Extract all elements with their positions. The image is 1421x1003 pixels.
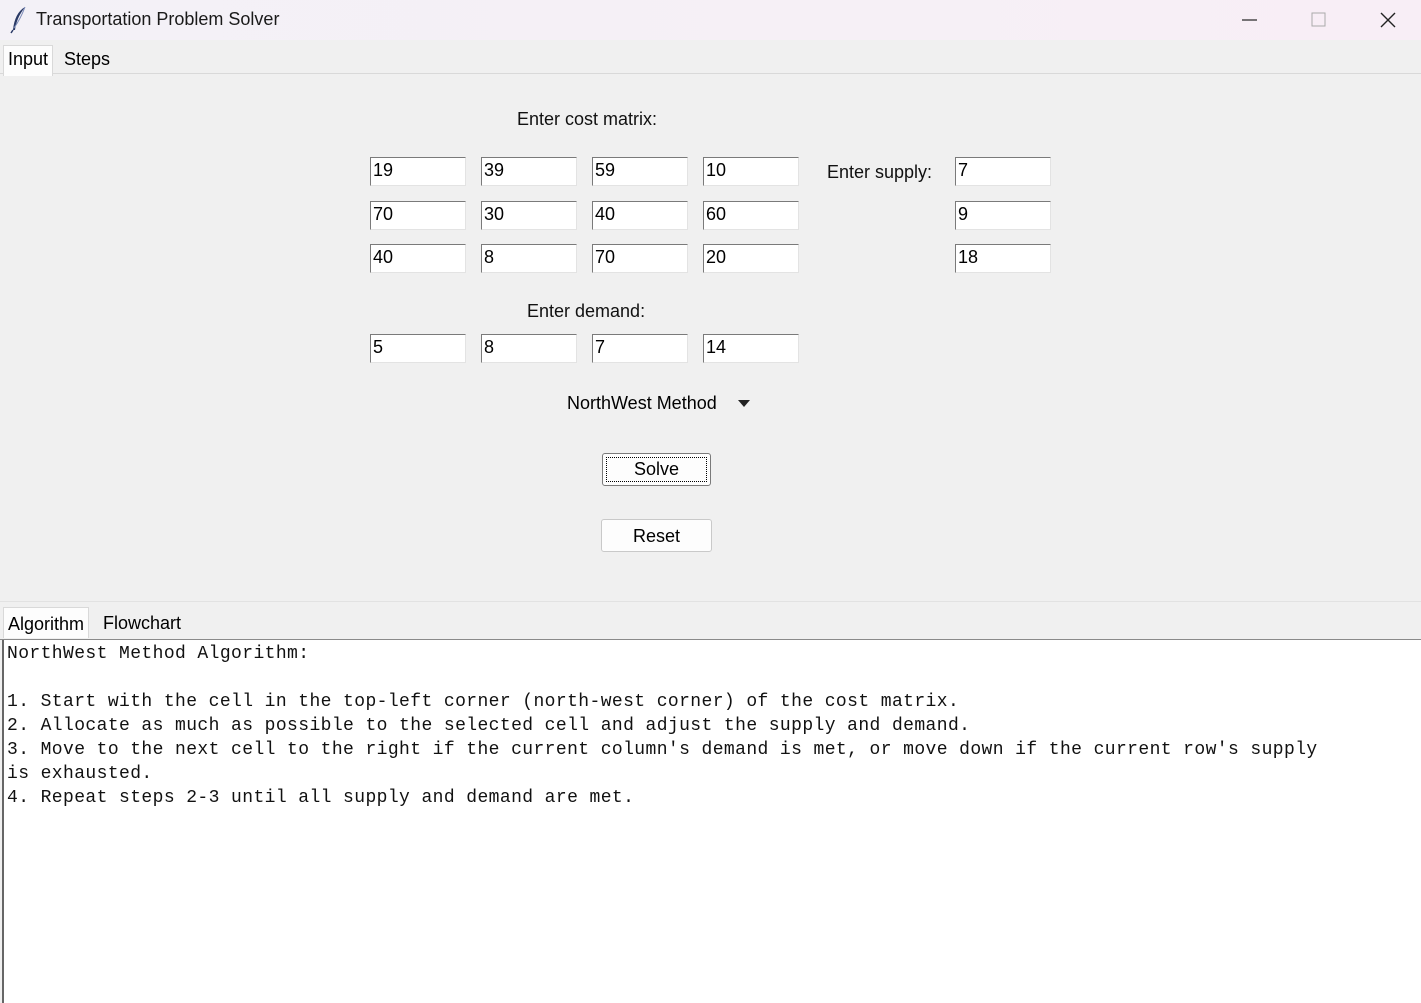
supply-entry-1[interactable]: 7 bbox=[955, 157, 1051, 186]
feather-icon bbox=[10, 6, 26, 34]
demand-entry-2[interactable]: 8 bbox=[481, 334, 577, 363]
algorithm-step-4: 4. Repeat steps 2-3 until all supply and… bbox=[7, 788, 635, 808]
reset-button[interactable]: Reset bbox=[601, 519, 712, 552]
algorithm-step-3-cont: is exhausted. bbox=[7, 764, 153, 784]
cost-entry-r3c4[interactable]: 20 bbox=[703, 244, 799, 273]
cost-matrix-label: Enter cost matrix: bbox=[517, 109, 658, 129]
window-title: Transportation Problem Solver bbox=[36, 9, 280, 29]
tab-algorithm[interactable]: Algorithm bbox=[3, 607, 90, 638]
maximize-icon bbox=[1311, 12, 1326, 27]
cost-entry-r1c2[interactable]: 39 bbox=[481, 157, 577, 186]
cost-entry-r1c3[interactable]: 59 bbox=[592, 157, 688, 186]
cost-entry-r3c2[interactable]: 8 bbox=[481, 244, 577, 273]
cost-entry-r1c1[interactable]: 19 bbox=[370, 157, 466, 186]
app-window: Transportation Problem Solver Input Step… bbox=[0, 0, 1421, 1003]
main-tab-bar: Input Steps bbox=[0, 40, 1421, 76]
method-selected-value: NorthWest Method bbox=[567, 393, 717, 413]
algorithm-step-1: 1. Start with the cell in the top-left c… bbox=[7, 692, 960, 712]
supply-entry-2[interactable]: 9 bbox=[955, 201, 1051, 230]
demand-label: Enter demand: bbox=[527, 301, 646, 321]
algorithm-heading: NorthWest Method Algorithm: bbox=[7, 644, 310, 664]
cost-entry-r1c4[interactable]: 10 bbox=[703, 157, 799, 186]
cost-entry-r3c1[interactable]: 40 bbox=[370, 244, 466, 273]
solve-button-label: Solve bbox=[633, 459, 680, 479]
algorithm-step-2: 2. Allocate as much as possible to the s… bbox=[7, 716, 971, 736]
supply-entry-3[interactable]: 18 bbox=[955, 244, 1051, 273]
maximize-button[interactable] bbox=[1285, 0, 1353, 40]
close-button[interactable] bbox=[1354, 0, 1421, 40]
close-icon bbox=[1380, 12, 1396, 28]
demand-entry-3[interactable]: 7 bbox=[592, 334, 688, 363]
demand-entry-1[interactable]: 5 bbox=[370, 334, 466, 363]
info-tab-bar: Algorithm Flowchart bbox=[0, 605, 1421, 640]
panel-separator bbox=[0, 601, 1421, 602]
tab-flowchart[interactable]: Flowchart bbox=[99, 612, 185, 634]
demand-entry-4[interactable]: 14 bbox=[703, 334, 799, 363]
method-dropdown[interactable]: NorthWest Method bbox=[562, 390, 758, 418]
cost-entry-r2c3[interactable]: 40 bbox=[592, 201, 688, 230]
cost-entry-r2c2[interactable]: 30 bbox=[481, 201, 577, 230]
cost-entry-r3c3[interactable]: 70 bbox=[592, 244, 688, 273]
supply-label: Enter supply: bbox=[827, 162, 933, 182]
algorithm-step-3: 3. Move to the next cell to the right if… bbox=[7, 740, 1318, 760]
minimize-icon bbox=[1242, 19, 1257, 21]
reset-button-label: Reset bbox=[632, 526, 681, 546]
cost-entry-r2c1[interactable]: 70 bbox=[370, 201, 466, 230]
solve-button[interactable]: Solve bbox=[602, 453, 711, 486]
algorithm-text-area[interactable]: NorthWest Method Algorithm: 1. Start wit… bbox=[2, 640, 1421, 1003]
minimize-button[interactable] bbox=[1216, 0, 1284, 40]
chevron-down-icon bbox=[738, 400, 750, 407]
tab-input[interactable]: Input bbox=[3, 45, 54, 76]
cost-entry-r2c4[interactable]: 60 bbox=[703, 201, 799, 230]
tab-steps[interactable]: Steps bbox=[60, 48, 114, 70]
title-bar: Transportation Problem Solver bbox=[0, 0, 1421, 40]
